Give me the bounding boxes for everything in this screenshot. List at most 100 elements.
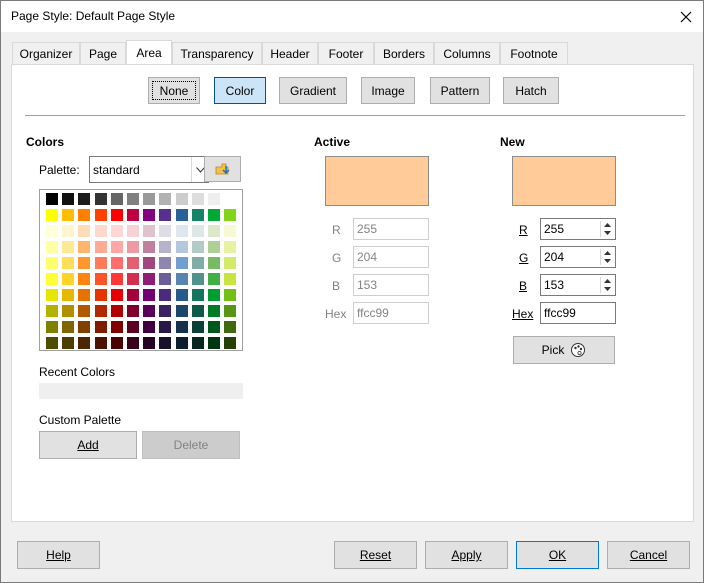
color-swatch[interactable] bbox=[224, 305, 237, 317]
color-swatch[interactable] bbox=[143, 273, 156, 285]
color-swatch[interactable] bbox=[159, 225, 172, 237]
color-swatch[interactable] bbox=[110, 321, 123, 333]
tab-columns[interactable]: Columns bbox=[434, 42, 500, 65]
color-swatch[interactable] bbox=[191, 241, 204, 253]
color-swatch[interactable] bbox=[127, 241, 139, 253]
color-swatch[interactable] bbox=[127, 225, 139, 237]
color-swatch[interactable] bbox=[191, 337, 204, 349]
color-swatch[interactable] bbox=[94, 273, 107, 285]
color-swatch[interactable] bbox=[159, 193, 172, 205]
color-swatch[interactable] bbox=[62, 257, 75, 269]
color-swatch[interactable] bbox=[110, 193, 123, 205]
color-swatch[interactable] bbox=[224, 257, 237, 269]
color-swatch[interactable] bbox=[159, 257, 172, 269]
color-swatch[interactable] bbox=[110, 273, 123, 285]
add-palette-button[interactable] bbox=[204, 156, 241, 182]
color-swatch[interactable] bbox=[224, 273, 237, 285]
color-swatch[interactable] bbox=[62, 241, 75, 253]
color-swatch[interactable] bbox=[110, 289, 123, 301]
fill-none-button[interactable]: None bbox=[148, 77, 200, 104]
color-swatch[interactable] bbox=[110, 209, 123, 221]
color-swatch[interactable] bbox=[159, 337, 172, 349]
spin-down-icon[interactable] bbox=[601, 257, 613, 265]
color-swatch[interactable] bbox=[175, 193, 188, 205]
color-swatch[interactable] bbox=[175, 225, 188, 237]
cancel-button[interactable]: Cancel bbox=[607, 541, 690, 569]
color-swatch[interactable] bbox=[62, 225, 75, 237]
spin-down-icon[interactable] bbox=[601, 229, 613, 237]
color-swatch[interactable] bbox=[62, 273, 75, 285]
color-swatch[interactable] bbox=[46, 225, 58, 237]
color-swatch[interactable] bbox=[127, 193, 139, 205]
color-swatch[interactable] bbox=[110, 257, 123, 269]
fill-hatch-button[interactable]: Hatch bbox=[503, 77, 559, 104]
color-swatch[interactable] bbox=[94, 337, 107, 349]
color-swatch[interactable] bbox=[46, 257, 58, 269]
color-swatch[interactable] bbox=[46, 193, 58, 205]
color-swatch[interactable] bbox=[208, 321, 220, 333]
color-swatch[interactable] bbox=[94, 289, 107, 301]
spin-up-icon[interactable] bbox=[601, 249, 613, 257]
color-swatch[interactable] bbox=[46, 241, 58, 253]
spin-up-icon[interactable] bbox=[601, 277, 613, 285]
color-swatch[interactable] bbox=[78, 209, 91, 221]
color-swatch[interactable] bbox=[46, 273, 58, 285]
color-swatch[interactable] bbox=[94, 321, 107, 333]
new-r-spinbox[interactable]: 255 bbox=[540, 218, 616, 240]
color-swatch[interactable] bbox=[224, 289, 237, 301]
color-swatch[interactable] bbox=[191, 225, 204, 237]
color-swatch[interactable] bbox=[208, 273, 220, 285]
color-swatch[interactable] bbox=[78, 321, 91, 333]
color-swatch[interactable] bbox=[224, 337, 237, 349]
ok-button[interactable]: OK bbox=[516, 541, 599, 569]
color-swatch[interactable] bbox=[127, 337, 139, 349]
r-spin-buttons[interactable] bbox=[600, 221, 613, 237]
color-swatch[interactable] bbox=[78, 257, 91, 269]
color-swatch[interactable] bbox=[46, 337, 58, 349]
color-swatch[interactable] bbox=[208, 305, 220, 317]
color-swatch[interactable] bbox=[110, 241, 123, 253]
help-button[interactable]: Help bbox=[17, 541, 100, 569]
color-swatch[interactable] bbox=[110, 337, 123, 349]
pick-color-button[interactable]: Pick bbox=[513, 336, 615, 364]
tab-transparency[interactable]: Transparency bbox=[172, 42, 262, 65]
tab-header[interactable]: Header bbox=[262, 42, 318, 65]
color-swatch[interactable] bbox=[159, 289, 172, 301]
color-swatch[interactable] bbox=[191, 289, 204, 301]
color-swatch[interactable] bbox=[46, 289, 58, 301]
color-swatch[interactable] bbox=[191, 193, 204, 205]
tab-page[interactable]: Page bbox=[80, 42, 126, 65]
color-swatch[interactable] bbox=[175, 321, 188, 333]
color-swatch[interactable] bbox=[208, 337, 220, 349]
color-swatch[interactable] bbox=[143, 305, 156, 317]
reset-button[interactable]: Reset bbox=[334, 541, 417, 569]
color-swatch[interactable] bbox=[175, 289, 188, 301]
color-swatch[interactable] bbox=[78, 241, 91, 253]
color-swatch[interactable] bbox=[62, 289, 75, 301]
new-g-spinbox[interactable]: 204 bbox=[540, 246, 616, 268]
fill-gradient-button[interactable]: Gradient bbox=[279, 77, 347, 104]
color-swatch[interactable] bbox=[127, 305, 139, 317]
color-swatch[interactable] bbox=[191, 305, 204, 317]
color-swatch[interactable] bbox=[191, 321, 204, 333]
color-swatch[interactable] bbox=[62, 305, 75, 317]
color-swatch[interactable] bbox=[94, 193, 107, 205]
fill-pattern-button[interactable]: Pattern bbox=[430, 77, 490, 104]
color-swatch[interactable] bbox=[175, 241, 188, 253]
color-swatch[interactable] bbox=[143, 257, 156, 269]
color-swatch[interactable] bbox=[143, 289, 156, 301]
color-swatch[interactable] bbox=[224, 193, 237, 205]
color-swatch[interactable] bbox=[78, 225, 91, 237]
color-swatch[interactable] bbox=[78, 337, 91, 349]
g-spin-buttons[interactable] bbox=[600, 249, 613, 265]
color-swatch[interactable] bbox=[224, 241, 237, 253]
color-swatch[interactable] bbox=[143, 241, 156, 253]
fill-image-button[interactable]: Image bbox=[361, 77, 415, 104]
color-swatch[interactable] bbox=[208, 209, 220, 221]
color-swatch[interactable] bbox=[110, 305, 123, 317]
tab-area[interactable]: Area bbox=[126, 40, 172, 65]
color-swatch[interactable] bbox=[143, 225, 156, 237]
color-swatch[interactable] bbox=[94, 257, 107, 269]
color-swatch[interactable] bbox=[62, 193, 75, 205]
color-swatch[interactable] bbox=[78, 289, 91, 301]
